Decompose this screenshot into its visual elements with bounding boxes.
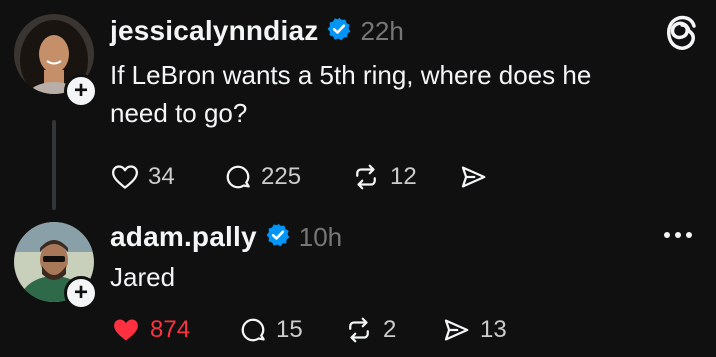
repost-button[interactable]: 12 (350, 162, 417, 192)
share-button[interactable]: 13 (440, 315, 507, 345)
post-text-line: If LeBron wants a 5th ring, where does h… (110, 60, 592, 90)
post-time: 10h (298, 221, 343, 252)
like-count: 34 (148, 163, 175, 190)
repost-icon (343, 315, 375, 345)
share-icon (457, 162, 489, 192)
post-time: 22h (360, 15, 404, 46)
like-count: 874 (150, 316, 191, 343)
reply-button[interactable]: 225 (223, 162, 301, 192)
repost-count: 12 (390, 163, 417, 190)
more-icon[interactable] (662, 228, 694, 247)
thread-line (52, 120, 56, 210)
like-button[interactable]: 874 (110, 315, 190, 345)
username[interactable]: adam.pally (110, 221, 257, 253)
share-button[interactable] (457, 162, 489, 192)
username[interactable]: jessicalynndiaz (110, 15, 318, 47)
follow-plus-icon[interactable]: + (64, 74, 98, 108)
reply-count: 225 (261, 163, 302, 190)
repost-button[interactable]: 2 (343, 315, 396, 345)
reply-icon (223, 162, 253, 192)
repost-count: 2 (383, 316, 397, 343)
reply-count: 15 (276, 316, 303, 343)
like-button[interactable]: 34 (110, 162, 175, 192)
post-text: If LeBron wants a 5th ring, where does h… (110, 56, 591, 132)
share-count: 13 (480, 316, 507, 343)
verified-badge-icon (326, 16, 352, 47)
reply-icon (238, 315, 268, 345)
reply-button[interactable]: 15 (238, 315, 303, 345)
post-header: adam.pally 10h (110, 218, 342, 256)
follow-plus-icon[interactable]: + (64, 276, 98, 310)
threads-logo-icon[interactable] (665, 14, 699, 57)
post-text-line: need to go? (110, 98, 248, 128)
post-text: Jared (110, 262, 176, 292)
share-icon (440, 315, 472, 345)
repost-icon (350, 162, 382, 192)
post-header: jessicalynndiaz 22h (110, 12, 404, 50)
verified-badge-icon (265, 222, 291, 253)
heart-icon (110, 162, 140, 192)
heart-icon (110, 315, 142, 345)
